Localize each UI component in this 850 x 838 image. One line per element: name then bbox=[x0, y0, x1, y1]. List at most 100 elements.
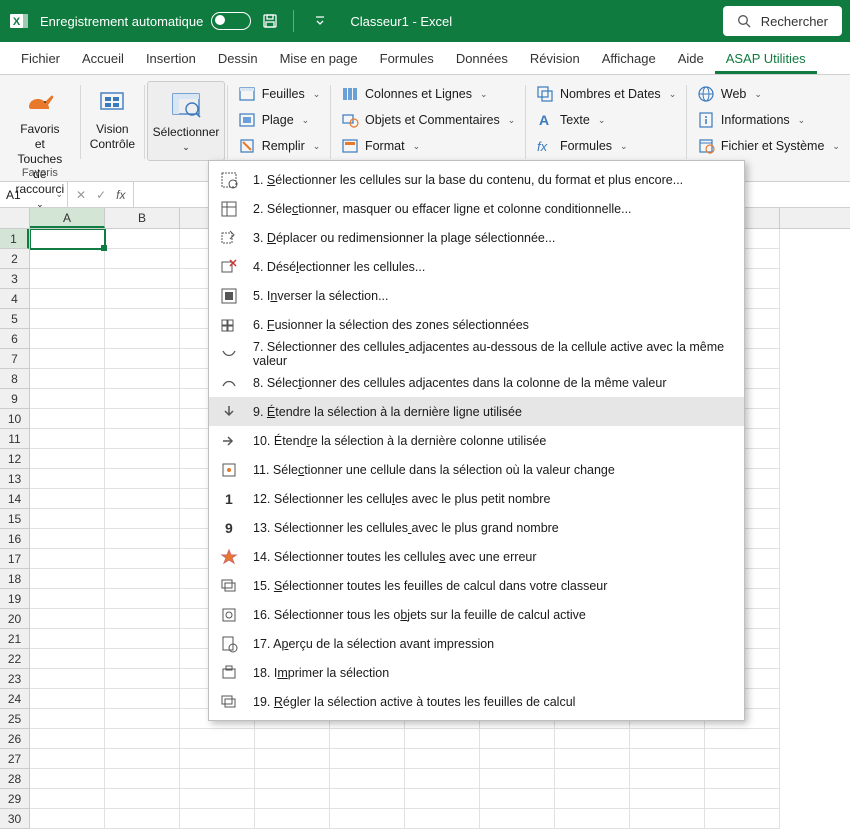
cell[interactable] bbox=[105, 249, 180, 269]
fx-icon[interactable]: fx bbox=[116, 188, 125, 202]
dropdown-item-13[interactable]: 913. Sélectionner les cellules avec le p… bbox=[209, 513, 744, 542]
row-header[interactable]: 26 bbox=[0, 729, 29, 749]
cell[interactable] bbox=[555, 809, 630, 829]
select-all-corner[interactable] bbox=[0, 208, 30, 229]
cell[interactable] bbox=[105, 769, 180, 789]
row-header[interactable]: 27 bbox=[0, 749, 29, 769]
cell[interactable] bbox=[30, 789, 105, 809]
row-header[interactable]: 2 bbox=[0, 249, 29, 269]
autosave-toggle[interactable]: Enregistrement automatique bbox=[40, 12, 251, 30]
cell[interactable] bbox=[30, 629, 105, 649]
cell[interactable] bbox=[705, 769, 780, 789]
cell[interactable] bbox=[30, 529, 105, 549]
cell[interactable] bbox=[105, 389, 180, 409]
cell[interactable] bbox=[105, 309, 180, 329]
cell[interactable] bbox=[330, 729, 405, 749]
ribbon-plage[interactable]: Plage⌄ bbox=[232, 109, 327, 131]
row-header[interactable]: 22 bbox=[0, 649, 29, 669]
cell[interactable] bbox=[105, 749, 180, 769]
cell[interactable] bbox=[105, 489, 180, 509]
row-header[interactable]: 24 bbox=[0, 689, 29, 709]
cell[interactable] bbox=[105, 649, 180, 669]
cell[interactable] bbox=[630, 749, 705, 769]
cell[interactable] bbox=[30, 329, 105, 349]
selectionner-button[interactable]: Sélectionner ⌄ bbox=[147, 84, 226, 157]
cell[interactable] bbox=[105, 509, 180, 529]
cell[interactable] bbox=[30, 809, 105, 829]
cell[interactable] bbox=[105, 529, 180, 549]
cell[interactable] bbox=[405, 729, 480, 749]
dropdown-item-11[interactable]: 11. Sélectionner une cellule dans la sél… bbox=[209, 455, 744, 484]
cell[interactable] bbox=[105, 549, 180, 569]
cell[interactable] bbox=[330, 789, 405, 809]
dropdown-item-3[interactable]: 3. Déplacer ou redimensionner la plage s… bbox=[209, 223, 744, 252]
cell[interactable] bbox=[480, 809, 555, 829]
cell[interactable] bbox=[30, 709, 105, 729]
menu-item-accueil[interactable]: Accueil bbox=[71, 44, 135, 74]
cell[interactable] bbox=[555, 789, 630, 809]
cell[interactable] bbox=[480, 749, 555, 769]
cell[interactable] bbox=[180, 769, 255, 789]
ribbon-texte[interactable]: ATexte⌄ bbox=[530, 109, 682, 131]
cell[interactable] bbox=[630, 809, 705, 829]
cell[interactable] bbox=[480, 769, 555, 789]
dropdown-item-7[interactable]: 7. Sélectionner des cellules adjacentes … bbox=[209, 339, 744, 368]
dropdown-item-12[interactable]: 112. Sélectionner les cellules avec le p… bbox=[209, 484, 744, 513]
cell[interactable] bbox=[30, 589, 105, 609]
cell[interactable] bbox=[555, 729, 630, 749]
cell[interactable] bbox=[30, 269, 105, 289]
ribbon-remplir[interactable]: Remplir⌄ bbox=[232, 135, 327, 157]
cell[interactable] bbox=[480, 789, 555, 809]
cell[interactable] bbox=[105, 689, 180, 709]
cell[interactable] bbox=[30, 669, 105, 689]
cell[interactable] bbox=[105, 409, 180, 429]
ribbon-web[interactable]: Web⌄ bbox=[691, 83, 846, 105]
cell[interactable] bbox=[405, 749, 480, 769]
toggle-switch-icon[interactable] bbox=[211, 12, 251, 30]
dropdown-item-18[interactable]: 18. Imprimer la sélection bbox=[209, 658, 744, 687]
menu-item-asap-utilities[interactable]: ASAP Utilities bbox=[715, 44, 817, 74]
ribbon-informations[interactable]: Informations⌄ bbox=[691, 109, 846, 131]
cell[interactable] bbox=[30, 309, 105, 329]
cell[interactable] bbox=[180, 789, 255, 809]
row-header[interactable]: 14 bbox=[0, 489, 29, 509]
row-header[interactable]: 13 bbox=[0, 469, 29, 489]
cell[interactable] bbox=[105, 609, 180, 629]
row-header[interactable]: 12 bbox=[0, 449, 29, 469]
cell[interactable] bbox=[105, 629, 180, 649]
cell[interactable] bbox=[330, 749, 405, 769]
row-header[interactable]: 16 bbox=[0, 529, 29, 549]
dropdown-item-2[interactable]: 2. Sélectionner, masquer ou effacer lign… bbox=[209, 194, 744, 223]
row-header[interactable]: 3 bbox=[0, 269, 29, 289]
search-box[interactable]: Rechercher bbox=[723, 6, 842, 36]
dropdown-item-8[interactable]: 8. Sélectionner des cellules adjacentes … bbox=[209, 368, 744, 397]
cell[interactable] bbox=[255, 809, 330, 829]
cell[interactable] bbox=[105, 369, 180, 389]
row-header[interactable]: 20 bbox=[0, 609, 29, 629]
row-header[interactable]: 18 bbox=[0, 569, 29, 589]
row-header[interactable]: 29 bbox=[0, 789, 29, 809]
cell[interactable] bbox=[105, 229, 180, 249]
cell[interactable] bbox=[30, 389, 105, 409]
cell[interactable] bbox=[105, 729, 180, 749]
ribbon-objets-et-commentaires[interactable]: Objets et Commentaires⌄ bbox=[335, 109, 521, 131]
row-header[interactable]: 10 bbox=[0, 409, 29, 429]
row-header[interactable]: 30 bbox=[0, 809, 29, 829]
ribbon-colonnes-et-lignes[interactable]: Colonnes et Lignes⌄ bbox=[335, 83, 521, 105]
row-header[interactable]: 4 bbox=[0, 289, 29, 309]
ribbon-format[interactable]: Format⌄ bbox=[335, 135, 521, 157]
row-header[interactable]: 23 bbox=[0, 669, 29, 689]
cell[interactable] bbox=[630, 789, 705, 809]
cell[interactable] bbox=[30, 689, 105, 709]
cell[interactable] bbox=[255, 789, 330, 809]
menu-item-aide[interactable]: Aide bbox=[667, 44, 715, 74]
cell[interactable] bbox=[105, 709, 180, 729]
row-header[interactable]: 25 bbox=[0, 709, 29, 729]
dropdown-item-1[interactable]: 1. Sélectionner les cellules sur la base… bbox=[209, 165, 744, 194]
menu-item-affichage[interactable]: Affichage bbox=[591, 44, 667, 74]
name-box[interactable]: A1 ⌄ bbox=[0, 182, 68, 207]
cell[interactable] bbox=[105, 449, 180, 469]
cell[interactable] bbox=[630, 769, 705, 789]
dropdown-item-19[interactable]: 19. Régler la sélection active à toutes … bbox=[209, 687, 744, 716]
cell[interactable] bbox=[405, 769, 480, 789]
